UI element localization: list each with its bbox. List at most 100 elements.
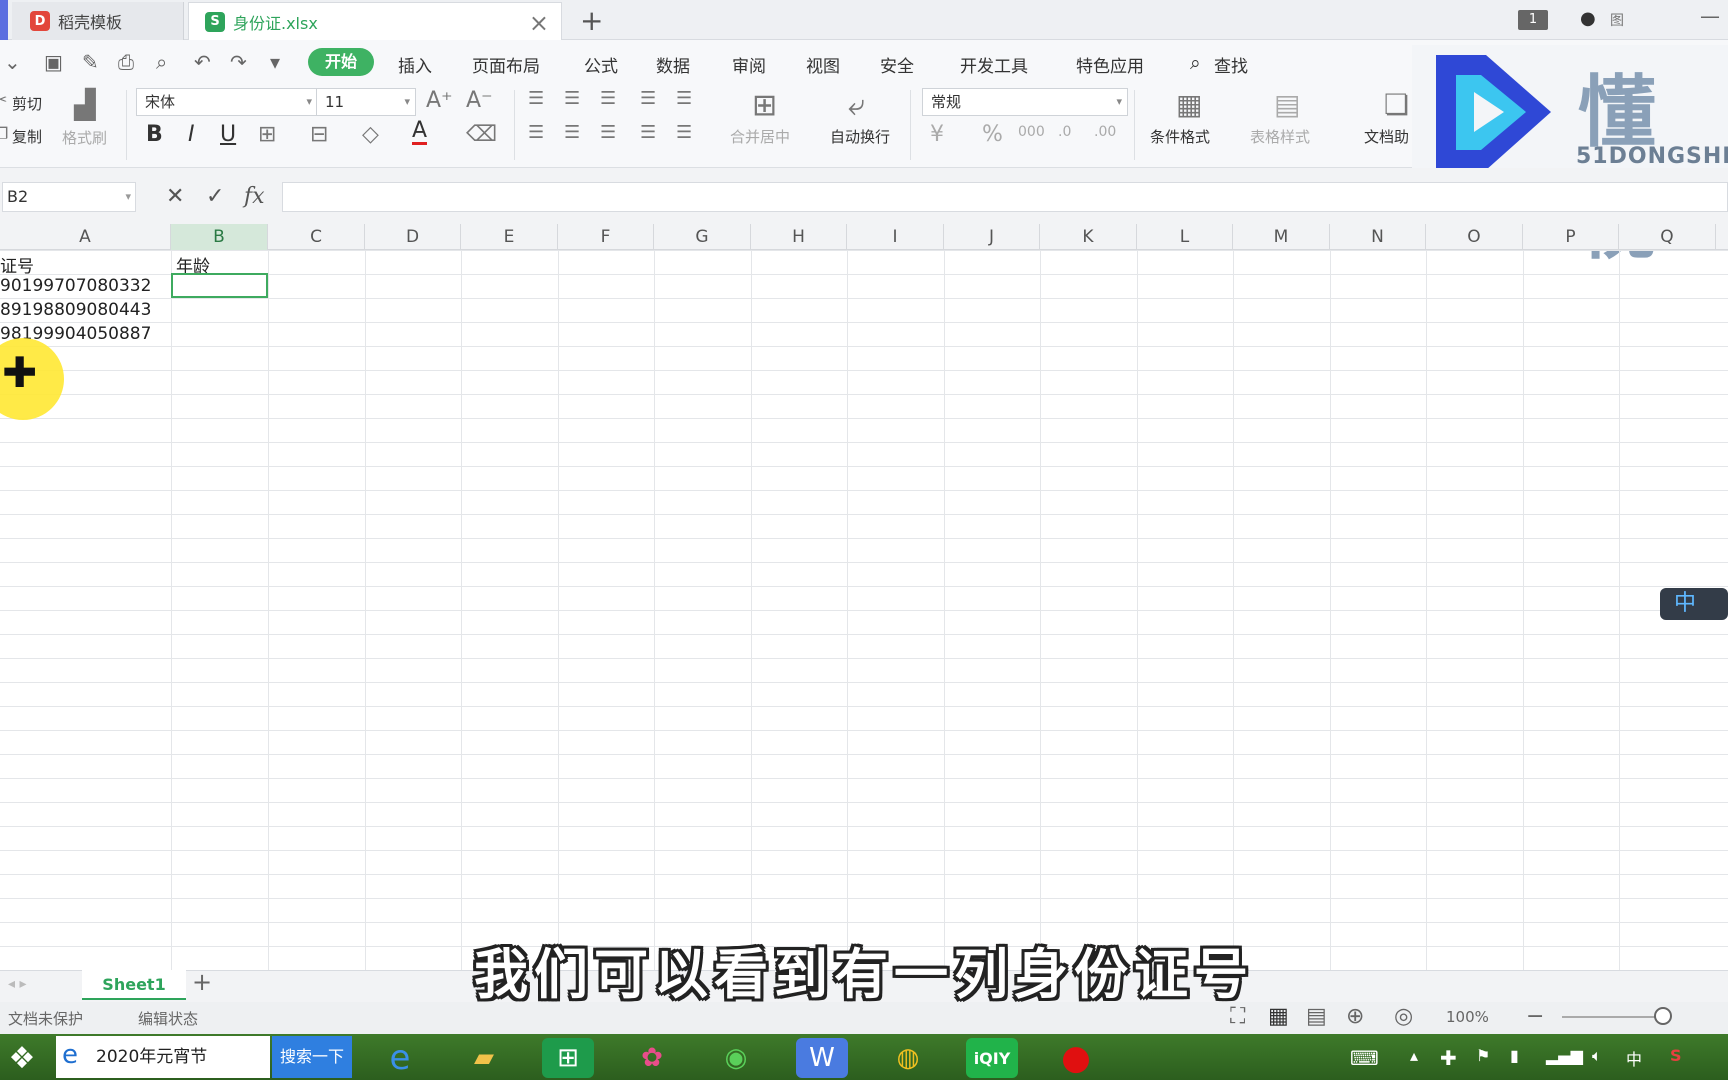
column-header-d[interactable]: D	[365, 224, 461, 250]
distribute-icon[interactable]: ☰	[676, 122, 692, 143]
format-painter-button[interactable]: 格式刷	[62, 127, 107, 148]
align-left-icon[interactable]: ☰	[528, 122, 544, 143]
chrome-icon[interactable]: ◍	[882, 1038, 934, 1078]
file-explorer-icon[interactable]: ▰	[458, 1038, 510, 1078]
menu-special[interactable]: 特色应用	[1076, 52, 1144, 77]
sogou-input-icon[interactable]: S	[1670, 1046, 1682, 1065]
volume-icon[interactable]: 🔈︎	[1592, 1046, 1602, 1066]
table-style-button[interactable]: 表格样式	[1250, 126, 1310, 147]
cell-grid[interactable]	[0, 250, 1728, 970]
column-header-f[interactable]: F	[558, 224, 654, 250]
justify-icon[interactable]: ☰	[640, 122, 656, 143]
internet-explorer-icon[interactable]: e	[374, 1038, 426, 1078]
page-layout-view-icon[interactable]: ▤	[1306, 1004, 1327, 1029]
eraser-icon[interactable]: ⌫	[466, 122, 497, 147]
column-header-e[interactable]: E	[461, 224, 558, 250]
print-icon[interactable]: ⎙	[118, 50, 134, 74]
selected-cell-b2[interactable]	[171, 273, 268, 298]
page-break-view-icon[interactable]: ⊕	[1346, 1004, 1364, 1029]
tray-app-icon[interactable]: ✚	[1440, 1046, 1457, 1070]
zoom-slider-track[interactable]	[1562, 1016, 1662, 1018]
column-header-p[interactable]: P	[1523, 224, 1619, 250]
align-middle-icon[interactable]: ☰	[564, 88, 580, 109]
network-icon[interactable]: ▂▄▆	[1546, 1046, 1583, 1065]
fullscreen-icon[interactable]: ⛶	[1230, 1004, 1245, 1029]
column-header-o[interactable]: O	[1426, 224, 1523, 250]
input-language[interactable]: 中	[1626, 1046, 1642, 1070]
insert-function-icon[interactable]: fx	[244, 184, 265, 209]
thousands-icon[interactable]: 000	[1018, 124, 1045, 140]
save-icon[interactable]: ▣	[44, 50, 63, 74]
font-name-select[interactable]: 宋体 ▾	[136, 88, 318, 116]
decrease-font-icon[interactable]: A⁻	[466, 88, 493, 113]
taskbar-search-input[interactable]: 2020年元宵节	[56, 1036, 270, 1078]
menu-start[interactable]: 开始	[308, 48, 374, 76]
zoom-out-icon[interactable]: −	[1526, 1004, 1544, 1029]
cancel-icon[interactable]: ✕	[166, 184, 184, 209]
increase-font-icon[interactable]: A⁺	[426, 88, 453, 113]
cell-a1[interactable]: 证号	[0, 252, 34, 277]
align-bottom-icon[interactable]: ☰	[600, 88, 616, 109]
close-icon[interactable]: ×	[529, 9, 549, 37]
underline-button[interactable]: U	[220, 122, 236, 147]
cut-button[interactable]: 剪切	[12, 93, 42, 114]
fill-pattern-icon[interactable]: ⊟	[310, 122, 328, 147]
keyboard-icon[interactable]: ⌨	[1350, 1046, 1379, 1070]
tray-expand-icon[interactable]: ▴	[1410, 1046, 1418, 1065]
zoom-slider-handle[interactable]	[1654, 1007, 1672, 1025]
menu-formulas[interactable]: 公式	[584, 52, 618, 77]
customize-toolbar-icon[interactable]: ▾	[270, 50, 280, 74]
menu-data[interactable]: 数据	[656, 52, 690, 77]
ime-indicator[interactable]: 中	[1660, 588, 1728, 620]
bold-button[interactable]: B	[146, 122, 163, 147]
align-right-icon[interactable]: ☰	[600, 122, 616, 143]
window-count-badge[interactable]: 1	[1518, 10, 1548, 30]
menu-security[interactable]: 安全	[880, 52, 914, 77]
wrap-text-button[interactable]: 自动换行	[830, 126, 890, 147]
menu-insert[interactable]: 插入	[398, 52, 432, 77]
doc-helper-button[interactable]: 文档助	[1364, 126, 1409, 147]
menu-view[interactable]: 视图	[806, 52, 840, 77]
tab-docer-templates[interactable]: D 稻壳模板	[12, 2, 184, 40]
menu-page-layout[interactable]: 页面布局	[472, 52, 540, 77]
user-name[interactable]: 图	[1610, 10, 1624, 30]
baidu-netdisk-icon[interactable]: ✿	[626, 1038, 678, 1078]
column-header-a[interactable]: A	[0, 224, 171, 250]
indent-increase-icon[interactable]: ☰	[676, 88, 692, 109]
font-size-select[interactable]: 11 ▾	[316, 88, 416, 116]
search-icon[interactable]: ⌕	[1190, 52, 1201, 74]
screen-recorder-icon[interactable]: ●	[1050, 1038, 1102, 1078]
column-header-n[interactable]: N	[1330, 224, 1426, 250]
border-icon[interactable]: ⊞	[258, 122, 276, 147]
increase-decimal-icon[interactable]: .0	[1058, 124, 1071, 140]
menu-developer[interactable]: 开发工具	[960, 52, 1028, 77]
cell-a3[interactable]: 89198809080443	[0, 300, 151, 320]
format-painter-small-icon[interactable]: ✎	[82, 50, 99, 74]
fill-color-icon[interactable]: ◇	[362, 122, 379, 147]
360-browser-icon[interactable]: ◉	[710, 1038, 762, 1078]
taskbar-search-button[interactable]: 搜索一下	[272, 1036, 352, 1078]
italic-button[interactable]: I	[188, 122, 195, 147]
merge-center-button[interactable]: 合并居中	[730, 126, 790, 147]
iqiyi-icon[interactable]: iQIY	[966, 1038, 1018, 1078]
eye-protection-icon[interactable]: ◎	[1394, 1004, 1413, 1029]
zoom-level[interactable]: 100%	[1446, 1008, 1489, 1026]
align-top-icon[interactable]: ☰	[528, 88, 544, 109]
column-header-i[interactable]: I	[847, 224, 944, 250]
user-avatar-icon[interactable]: ●	[1580, 8, 1596, 29]
column-header-g[interactable]: G	[654, 224, 751, 250]
chevron-down-icon[interactable]: ⌄	[4, 50, 21, 74]
normal-view-icon[interactable]: ▦	[1268, 1004, 1289, 1029]
column-header-l[interactable]: L	[1137, 224, 1233, 250]
copy-button[interactable]: 复制	[12, 126, 42, 147]
font-color-icon[interactable]: A	[412, 120, 428, 145]
store-icon[interactable]: ⊞	[542, 1038, 594, 1078]
indent-decrease-icon[interactable]: ☰	[640, 88, 656, 109]
number-format-select[interactable]: 常规 ▾	[922, 88, 1128, 116]
action-center-flag-icon[interactable]: ⚑	[1476, 1046, 1490, 1065]
start-menu-icon[interactable]: ❖	[0, 1038, 44, 1078]
column-header-q[interactable]: Q	[1619, 224, 1716, 250]
column-header-k[interactable]: K	[1040, 224, 1137, 250]
undo-icon[interactable]: ↶	[194, 50, 211, 74]
formula-input[interactable]	[282, 182, 1728, 212]
